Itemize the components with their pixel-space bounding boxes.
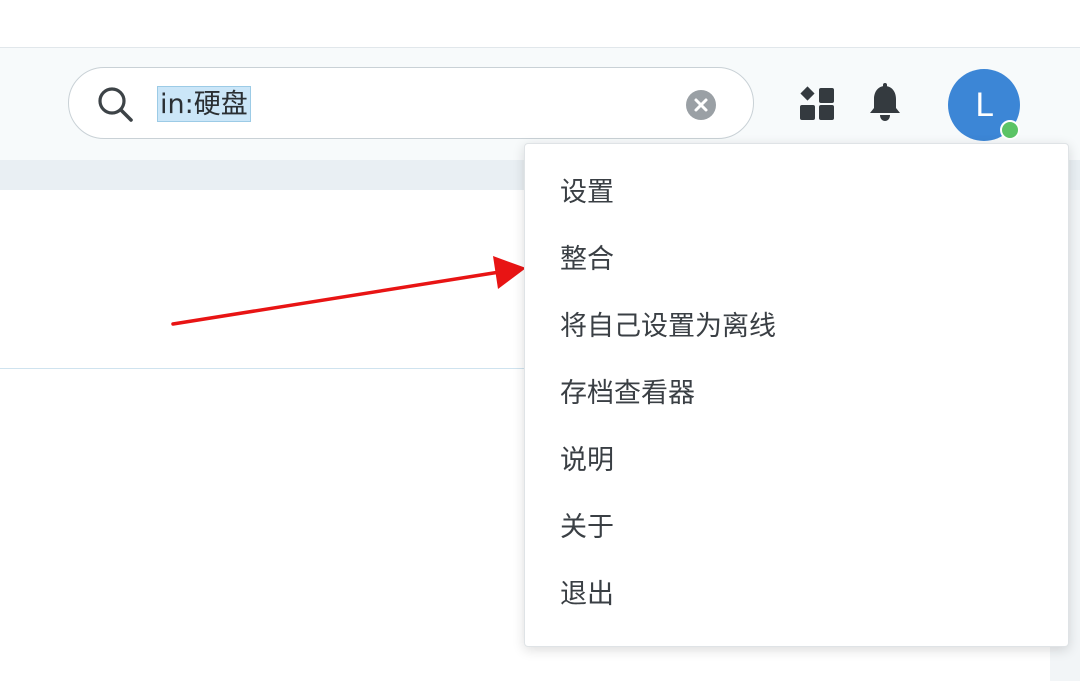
apps-icon[interactable] — [800, 86, 836, 122]
search-input[interactable]: in:硬盘 — [157, 86, 251, 122]
search-box[interactable]: in:硬盘 — [68, 67, 754, 139]
menu-item-help[interactable]: 说明 — [525, 433, 1068, 489]
top-strip — [0, 0, 1080, 48]
annotation-arrow — [171, 256, 526, 326]
menu-item-integrations[interactable]: 整合 — [525, 232, 1068, 288]
presence-status-dot — [1000, 120, 1020, 140]
menu-item-about[interactable]: 关于 — [525, 500, 1068, 556]
search-icon[interactable] — [95, 84, 135, 124]
bell-icon[interactable] — [866, 83, 904, 123]
menu-item-logout[interactable]: 退出 — [525, 567, 1068, 623]
menu-item-archive-viewer[interactable]: 存档查看器 — [525, 366, 1068, 422]
menu-item-settings[interactable]: 设置 — [525, 165, 1068, 221]
user-dropdown-menu: 设置 整合 将自己设置为离线 存档查看器 说明 关于 退出 — [524, 143, 1069, 647]
menu-item-set-offline[interactable]: 将自己设置为离线 — [525, 299, 1068, 355]
clear-icon[interactable] — [685, 89, 717, 121]
app-window: in:硬盘 L 设置 整合 将自己设置为离线 存档查看器 说明 关于 退出 — [0, 0, 1080, 681]
